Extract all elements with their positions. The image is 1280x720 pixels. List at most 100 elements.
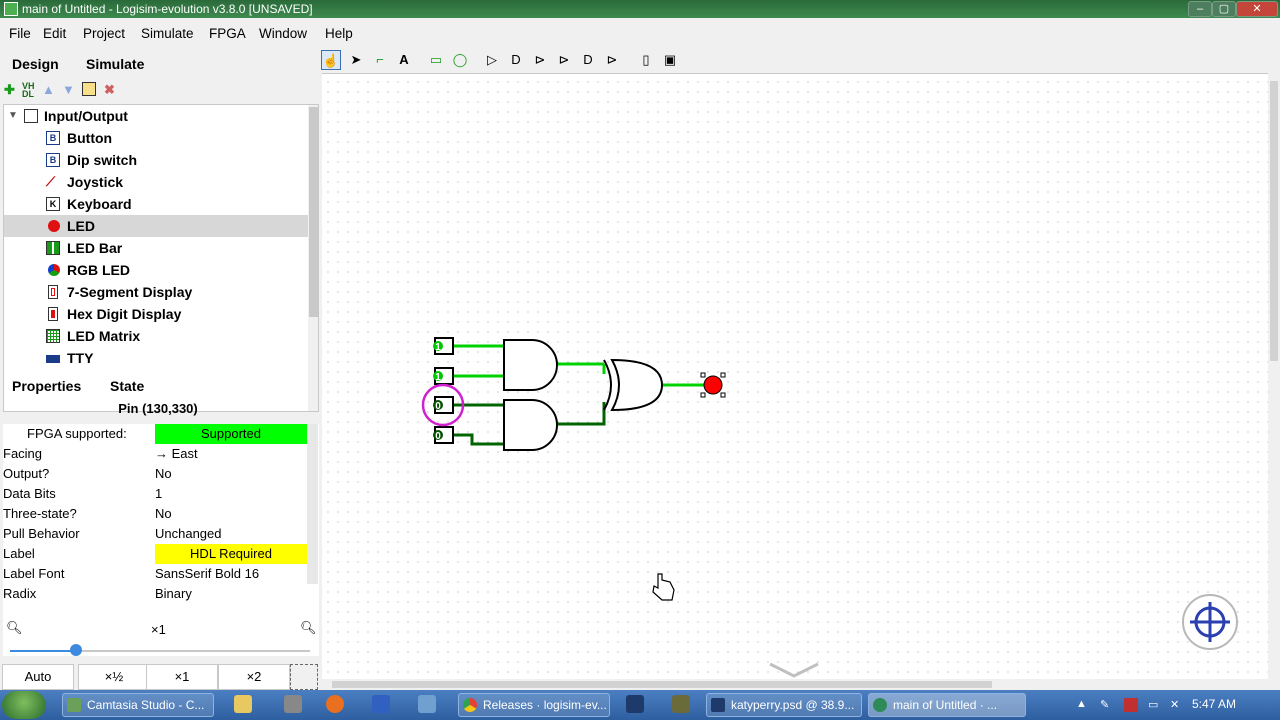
tab-properties[interactable]: Properties bbox=[12, 378, 81, 394]
tree-item-led-matrix[interactable]: LED Matrix bbox=[4, 325, 308, 347]
tree-item-led-bar[interactable]: LED Bar bbox=[4, 237, 308, 259]
task-chrome[interactable]: Releases · logisim-ev... bbox=[458, 693, 610, 717]
poke-tool-icon[interactable]: ☝ bbox=[321, 50, 341, 70]
and-gate-icon[interactable]: D bbox=[506, 50, 526, 70]
prop-row-label[interactable]: Label HDL Required bbox=[3, 544, 307, 564]
prop-row-radix[interactable]: Radix Binary bbox=[3, 584, 307, 604]
security-icon[interactable] bbox=[1124, 698, 1138, 712]
task-camtasia[interactable]: Camtasia Studio - C... bbox=[62, 693, 214, 717]
logisim-icon bbox=[873, 698, 887, 712]
menu-file[interactable]: File bbox=[9, 26, 31, 41]
subcircuit-icon[interactable]: ▯ bbox=[636, 50, 656, 70]
select-tool-icon[interactable]: ➤ bbox=[346, 50, 366, 70]
volume-icon[interactable]: ✕ bbox=[1170, 698, 1184, 712]
zoom-slider[interactable] bbox=[10, 650, 310, 652]
network-icon[interactable] bbox=[418, 695, 436, 713]
add-circuit-icon[interactable]: ✚ bbox=[4, 82, 15, 98]
led-icon bbox=[48, 220, 60, 232]
label-field[interactable]: HDL Required bbox=[155, 544, 307, 564]
zoom-1x-button[interactable]: ×1 bbox=[146, 664, 218, 690]
minimize-button[interactable]: – bbox=[1188, 1, 1212, 17]
menu-edit[interactable]: Edit bbox=[43, 26, 66, 41]
tree-item-tty[interactable]: TTY bbox=[4, 347, 308, 369]
nor-gate-icon[interactable]: ⊳ bbox=[602, 50, 622, 70]
seven-segment-icon bbox=[48, 285, 58, 299]
menu-simulate[interactable]: Simulate bbox=[141, 26, 194, 41]
nand-gate-icon[interactable]: D bbox=[578, 50, 598, 70]
tool-icon[interactable] bbox=[672, 695, 690, 713]
start-button[interactable] bbox=[2, 691, 46, 719]
tree-scroll-thumb[interactable] bbox=[309, 107, 318, 317]
text-tool-icon[interactable]: A bbox=[394, 50, 414, 70]
prop-row-output[interactable]: Output? No bbox=[3, 464, 307, 484]
tree-item-joystick[interactable]: ⟋ Joystick bbox=[4, 171, 308, 193]
task-photoshop[interactable]: katyperry.psd @ 38.9... bbox=[706, 693, 862, 717]
tree-scrollbar[interactable] bbox=[308, 105, 318, 411]
task-logisim[interactable]: main of Untitled · ... bbox=[868, 693, 1026, 717]
zoom-half-button[interactable]: ×½ bbox=[78, 664, 150, 690]
tree-item-button[interactable]: B Button bbox=[4, 127, 308, 149]
canvas-horizontal-scrollbar[interactable] bbox=[322, 679, 1268, 690]
properties-scrollbar[interactable] bbox=[307, 424, 318, 584]
menu-fpga[interactable]: FPGA bbox=[209, 26, 246, 41]
tree-item-dip-switch[interactable]: B Dip switch bbox=[4, 149, 308, 171]
prop-row-three-state[interactable]: Three-state? No bbox=[3, 504, 307, 524]
tunnel-icon[interactable]: ▣ bbox=[660, 50, 680, 70]
tab-state[interactable]: State bbox=[110, 378, 144, 394]
zoom-slider-knob[interactable] bbox=[70, 644, 82, 656]
prop-row-data-bits[interactable]: Data Bits 1 bbox=[3, 484, 307, 504]
menu-help[interactable]: Help bbox=[325, 26, 353, 41]
app-icon[interactable] bbox=[372, 695, 390, 713]
close-button[interactable]: ✕ bbox=[1236, 1, 1278, 17]
tree-folder-input-output[interactable]: ▼ Input/Output bbox=[4, 105, 308, 127]
fit-window-icon[interactable] bbox=[290, 664, 318, 690]
buffer-gate-icon[interactable]: ▷ bbox=[482, 50, 502, 70]
folder-icon bbox=[24, 109, 38, 123]
explorer-icon[interactable] bbox=[234, 695, 252, 713]
zoom-row: 🔍︎ ×1 🔍︎ bbox=[0, 618, 320, 638]
clock[interactable]: 5:47 AM bbox=[1192, 697, 1236, 711]
edit-appearance-icon[interactable] bbox=[82, 82, 96, 96]
tray-expand-icon[interactable]: ▲ bbox=[1076, 698, 1090, 712]
move-up-icon[interactable]: ▲ bbox=[42, 82, 55, 98]
maximize-button[interactable]: ▢ bbox=[1212, 1, 1236, 17]
canvas-vertical-thumb[interactable] bbox=[1270, 81, 1278, 361]
tab-simulate[interactable]: Simulate bbox=[86, 56, 144, 72]
tree-item-led[interactable]: LED bbox=[4, 215, 308, 237]
tree-item-hex-digit-display[interactable]: Hex Digit Display bbox=[4, 303, 308, 325]
prop-row-facing[interactable]: Facing → East bbox=[3, 444, 307, 464]
zoom-2x-button[interactable]: ×2 bbox=[218, 664, 290, 690]
tab-design[interactable]: Design bbox=[12, 56, 59, 72]
prop-row-label-font[interactable]: Label Font SansSerif Bold 16 bbox=[3, 564, 307, 584]
canvas-horizontal-thumb[interactable] bbox=[332, 681, 992, 688]
menu-project[interactable]: Project bbox=[83, 26, 125, 41]
move-down-icon[interactable]: ▼ bbox=[62, 82, 75, 98]
settings-icon[interactable] bbox=[284, 695, 302, 713]
canvas-vertical-scrollbar[interactable] bbox=[1268, 73, 1280, 679]
wire-tool-icon[interactable]: ⌐ bbox=[370, 50, 390, 70]
xor-gate-icon[interactable]: ⊳ bbox=[554, 50, 574, 70]
firefox-icon[interactable] bbox=[326, 695, 344, 713]
tree-item-7-segment-display[interactable]: 7-Segment Display bbox=[4, 281, 308, 303]
output-led bbox=[703, 375, 723, 395]
menu-window[interactable]: Window bbox=[259, 26, 307, 41]
output-pin-icon[interactable]: ◯ bbox=[450, 50, 470, 70]
input-pin-icon[interactable]: ▭ bbox=[426, 50, 446, 70]
camtasia-icon bbox=[67, 698, 81, 712]
display-icon[interactable]: ▭ bbox=[1148, 698, 1162, 712]
tree-item-rgb-led[interactable]: RGB LED bbox=[4, 259, 308, 281]
circuit-canvas[interactable]: 1 1 0 0 bbox=[322, 73, 1268, 679]
photoshop-quick-icon[interactable] bbox=[626, 695, 644, 713]
collapse-icon[interactable]: ▼ bbox=[8, 105, 18, 127]
delete-icon[interactable]: ✖ bbox=[104, 82, 115, 98]
tree-item-keyboard[interactable]: K Keyboard bbox=[4, 193, 308, 215]
zoom-auto-button[interactable]: Auto bbox=[2, 664, 74, 690]
zoom-out-icon[interactable]: 🔍︎ bbox=[6, 620, 23, 636]
rgb-led-icon bbox=[48, 264, 60, 276]
zoom-in-icon[interactable]: 🔍︎ bbox=[300, 620, 317, 636]
led-matrix-icon bbox=[46, 329, 60, 343]
or-gate-icon[interactable]: ⊳ bbox=[530, 50, 550, 70]
wire-in4 bbox=[454, 433, 505, 446]
prop-row-pull-behavior[interactable]: Pull Behavior Unchanged bbox=[3, 524, 307, 544]
pen-icon[interactable]: ✎ bbox=[1100, 698, 1114, 712]
